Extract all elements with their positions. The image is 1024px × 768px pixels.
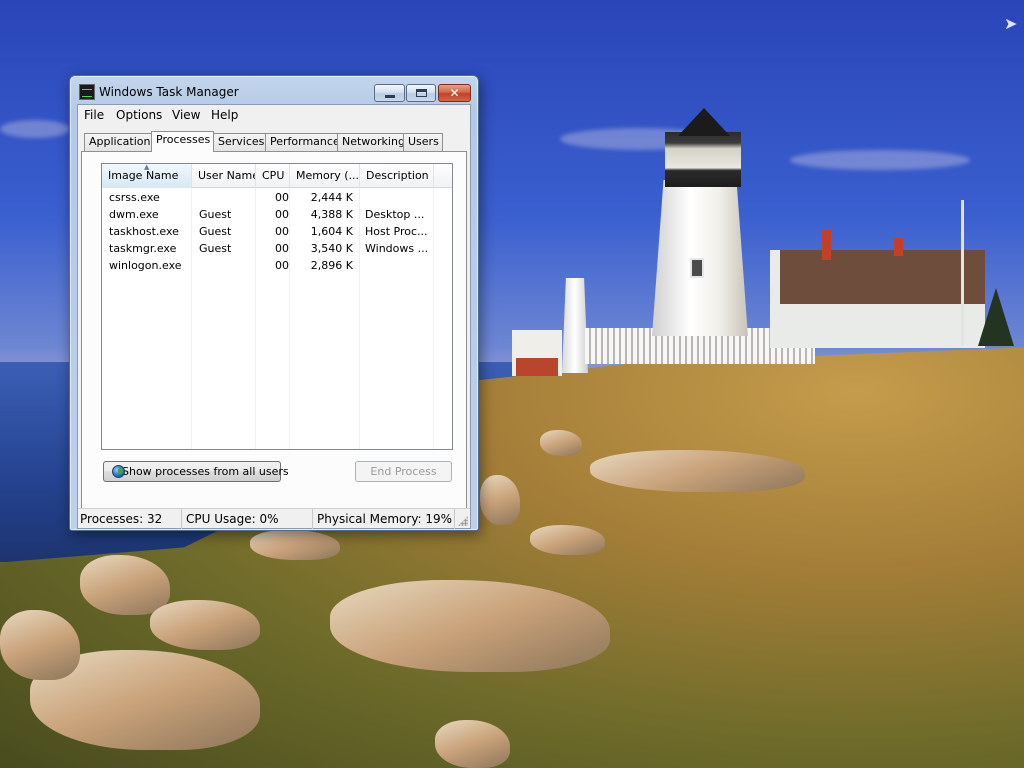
column-memory[interactable]: Memory (... [290, 164, 360, 188]
table-row[interactable]: dwm.exe Guest 00 4,388 K Desktop ... [102, 206, 452, 223]
status-physical-memory: Physical Memory: 19% [315, 509, 455, 529]
lighthouse-lantern [665, 132, 741, 187]
cell-image-name: dwm.exe [109, 208, 159, 221]
cell-memory: 3,540 K [310, 242, 353, 255]
cell-cpu: 00 [275, 191, 289, 204]
tab-users[interactable]: Users [403, 133, 443, 151]
show-all-processes-label: Show processes from all users [122, 465, 289, 478]
minimize-icon [385, 95, 395, 98]
lighthouse-roof [678, 108, 730, 136]
tab-services[interactable]: Services [213, 133, 266, 151]
house-chimney [822, 230, 831, 260]
table-row[interactable]: winlogon.exe 00 2,896 K [102, 257, 452, 274]
cell-image-name: taskmgr.exe [109, 242, 177, 255]
cloud [790, 150, 970, 170]
column-label: CPU [262, 169, 285, 182]
cell-cpu: 00 [275, 242, 289, 255]
cell-memory: 4,388 K [310, 208, 353, 221]
column-label: Description [366, 169, 429, 182]
table-row[interactable]: csrss.exe 00 2,444 K [102, 189, 452, 206]
column-label: User Name [198, 169, 256, 182]
house-roof [780, 250, 985, 304]
menu-file[interactable]: File [84, 108, 104, 122]
cell-cpu: 00 [275, 208, 289, 221]
cell-user-name [199, 189, 257, 206]
cell-cpu: 00 [275, 225, 289, 238]
maximize-icon [416, 89, 427, 97]
close-icon: ✕ [449, 86, 460, 100]
window-client-area: File Options View Help Applications Proc… [77, 104, 471, 529]
lighthouse-window [690, 258, 704, 278]
globe-shield-icon [112, 465, 125, 478]
cell-memory: 2,444 K [310, 191, 353, 204]
table-row[interactable]: taskmgr.exe Guest 00 3,540 K Windows ... [102, 240, 452, 257]
cell-memory: 1,604 K [310, 225, 353, 238]
list-header: ▲ Image Name User Name CPU Memory (... D… [102, 164, 452, 188]
cell-image-name: taskhost.exe [109, 225, 179, 238]
rock [540, 430, 582, 456]
cloud [0, 120, 70, 138]
cell-description: Windows ... [365, 242, 427, 255]
arrow-icon: ➤ [1004, 14, 1018, 33]
cell-user-name: Guest [199, 225, 232, 238]
rock [590, 450, 805, 492]
cell-user-name [199, 257, 257, 274]
flag-pole [961, 200, 964, 345]
status-processes: Processes: 32 [78, 509, 182, 529]
cell-memory: 2,896 K [310, 259, 353, 272]
close-button[interactable]: ✕ [438, 84, 471, 102]
status-bar: Processes: 32 CPU Usage: 0% Physical Mem… [78, 508, 470, 529]
cell-user-name: Guest [199, 242, 232, 255]
tab-processes[interactable]: Processes [151, 131, 214, 152]
menu-help[interactable]: Help [211, 108, 238, 122]
end-process-button[interactable]: End Process [355, 461, 452, 482]
window-title: Windows Task Manager [99, 85, 239, 99]
column-image-name[interactable]: ▲ Image Name [102, 164, 192, 188]
cell-image-name: csrss.exe [109, 191, 160, 204]
column-description[interactable]: Description [360, 164, 434, 188]
title-bar[interactable]: Windows Task Manager ✕ [70, 76, 478, 106]
cell-image-name: winlogon.exe [109, 259, 182, 272]
minimize-button[interactable] [374, 84, 405, 102]
tab-networking[interactable]: Networking [337, 133, 405, 151]
processes-panel: ▲ Image Name User Name CPU Memory (... D… [81, 151, 467, 519]
menu-bar: File Options View Help [78, 105, 470, 125]
process-list[interactable]: ▲ Image Name User Name CPU Memory (... D… [101, 163, 453, 450]
tab-applications[interactable]: Applications [84, 133, 156, 151]
tab-performance[interactable]: Performance [265, 133, 340, 151]
cell-user-name: Guest [199, 208, 232, 221]
menu-view[interactable]: View [172, 108, 200, 122]
menu-options[interactable]: Options [116, 108, 162, 122]
task-manager-window[interactable]: Windows Task Manager ✕ File Options View… [69, 75, 479, 531]
cell-description: Desktop ... [365, 208, 425, 221]
status-cpu-usage: CPU Usage: 0% [184, 509, 313, 529]
house-chimney [894, 238, 903, 256]
tab-strip: Applications Processes Services Performa… [84, 131, 464, 152]
table-row[interactable]: taskhost.exe Guest 00 1,604 K Host Proc.… [102, 223, 452, 240]
cell-description [365, 189, 427, 206]
column-label: Memory (... [296, 169, 360, 182]
rock [530, 525, 605, 555]
show-all-processes-button[interactable]: Show processes from all users [103, 461, 289, 482]
column-user-name[interactable]: User Name [192, 164, 256, 188]
sort-ascending-icon: ▲ [144, 164, 150, 171]
shed-base [516, 358, 558, 376]
cell-cpu: 00 [275, 259, 289, 272]
maximize-button[interactable] [406, 84, 436, 102]
resize-grip[interactable] [458, 516, 468, 526]
task-manager-icon [79, 84, 95, 100]
cell-description [365, 257, 427, 274]
column-cpu[interactable]: CPU [256, 164, 290, 188]
cell-description: Host Proc... [365, 225, 427, 238]
rock [250, 530, 340, 560]
